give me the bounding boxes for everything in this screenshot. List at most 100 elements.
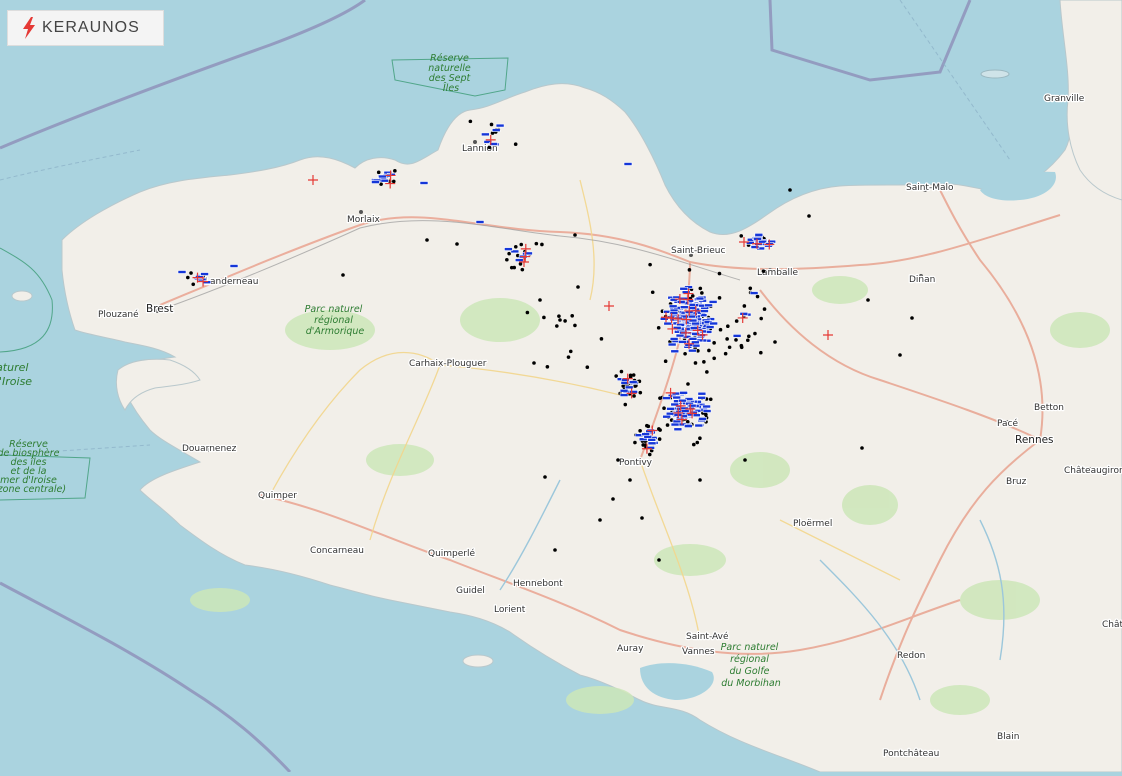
strike-intracloud-marker: [341, 273, 345, 277]
strike-intracloud-marker: [540, 242, 544, 247]
strike-intracloud-marker: [542, 315, 546, 320]
strike-intracloud-marker: [611, 497, 615, 501]
town-label: Ploërmel: [793, 519, 832, 529]
strike-negative-marker: [670, 422, 680, 427]
strike-intracloud-marker: [566, 355, 571, 359]
strike-intracloud-marker: [712, 341, 716, 345]
town-label: Hennebont: [513, 579, 563, 589]
strike-intracloud-marker: [632, 394, 636, 398]
strike-intracloud-marker: [755, 294, 760, 299]
strike-intracloud-marker: [623, 402, 628, 407]
strike-negative-marker: [378, 174, 387, 179]
strike-intracloud-marker: [753, 331, 757, 336]
strike-negative-marker: [697, 391, 707, 396]
strike-intracloud-marker: [685, 420, 690, 424]
town-label: Morlaix: [347, 215, 380, 225]
strike-negative-marker: [623, 162, 633, 166]
strike-negative-marker: [624, 385, 634, 390]
town-label: Brest: [146, 303, 173, 315]
town-label: Lorient: [494, 605, 526, 615]
strike-negative-marker: [481, 132, 490, 137]
strike-intracloud-marker: [657, 558, 661, 562]
strike-negative-marker: [732, 334, 742, 338]
strike-intracloud-marker: [705, 370, 709, 374]
brand-name: KERAUNOS: [42, 19, 140, 36]
strike-intracloud-marker: [648, 262, 652, 267]
strike-intracloud-marker: [723, 351, 728, 356]
strike-negative-marker: [419, 181, 429, 185]
strike-negative-marker: [679, 390, 688, 395]
strike-intracloud-marker: [455, 242, 459, 246]
town-label: Concarneau: [310, 546, 364, 556]
strike-intracloud-marker: [700, 291, 704, 295]
strike-negative-marker: [749, 291, 759, 295]
town-label: Landerneau: [205, 277, 259, 287]
strike-negative-marker: [229, 264, 239, 268]
strike-negative-marker: [679, 305, 689, 309]
town-label: Douarnenez: [182, 444, 237, 454]
strike-negative-marker: [670, 349, 680, 354]
strike-intracloud-marker: [393, 169, 397, 173]
strike-intracloud-marker: [186, 275, 190, 280]
strike-intracloud-marker: [379, 182, 383, 186]
strike-intracloud-marker: [641, 443, 646, 447]
town-label: Chât: [1102, 620, 1122, 630]
strike-negative-marker: [739, 312, 749, 316]
strike-intracloud-marker: [734, 338, 738, 342]
town-label: Pontchâteau: [883, 749, 939, 759]
strike-negative-marker: [678, 398, 687, 403]
strike-intracloud-marker: [717, 296, 722, 300]
strike-intracloud-marker: [425, 238, 429, 242]
lightning-bolt-icon: [23, 17, 35, 39]
strike-intracloud-marker: [505, 257, 509, 262]
strike-intracloud-marker: [658, 428, 662, 432]
strike-negative-marker: [663, 321, 673, 326]
strike-intracloud-marker: [573, 323, 577, 328]
strike-negative-marker: [700, 309, 709, 313]
strike-negative-marker: [702, 409, 712, 413]
town-label: Auray: [617, 644, 644, 654]
strike-intracloud-marker: [747, 334, 751, 339]
strike-intracloud-marker: [557, 314, 561, 318]
town-label: Châteaugiron: [1064, 466, 1122, 476]
strike-negative-marker: [495, 123, 505, 128]
strike-intracloud-marker: [910, 316, 914, 320]
town-label: Saint-Avé: [686, 631, 729, 642]
strike-intracloud-marker: [487, 145, 492, 150]
strike-intracloud-marker: [693, 361, 698, 365]
strike-negative-marker: [697, 395, 706, 400]
strike-negative-marker: [177, 270, 187, 274]
strike-negative-marker: [647, 438, 657, 442]
strike-intracloud-marker: [391, 179, 396, 184]
town-label: Redon: [897, 651, 925, 661]
strike-intracloud-marker: [519, 242, 524, 247]
town-label: Pacé: [997, 418, 1018, 429]
strike-intracloud-marker: [698, 478, 702, 482]
strike-intracloud-marker: [698, 436, 702, 441]
strike-intracloud-marker: [734, 319, 739, 323]
strike-intracloud-marker: [718, 327, 723, 332]
lightning-map[interactable]: Brest Plouzané Landerneau Morlaix Lannio…: [0, 0, 1122, 774]
strike-negative-marker: [679, 286, 689, 291]
strike-intracloud-marker: [683, 351, 687, 356]
strike-negative-marker: [641, 432, 650, 436]
strike-intracloud-marker: [619, 369, 624, 374]
town-label: Dinan: [909, 275, 935, 285]
strike-intracloud-marker: [726, 324, 730, 329]
strike-intracloud-marker: [616, 458, 620, 462]
town-label: Saint-Brieuc: [671, 246, 726, 256]
strike-intracloud-marker: [665, 423, 670, 427]
strike-negative-marker: [504, 247, 513, 251]
strike-negative-marker: [666, 407, 675, 411]
strike-intracloud-marker: [598, 518, 602, 522]
island-groix: [462, 654, 494, 668]
strike-negative-marker: [698, 417, 707, 421]
town-label: Plouzané: [98, 309, 139, 320]
strike-negative-marker: [678, 340, 687, 344]
strike-negative-marker: [688, 337, 698, 341]
strike-negative-marker: [676, 300, 686, 304]
park-label-iroise: aturel l'Iroise: [0, 361, 32, 388]
strike-intracloud-marker: [570, 314, 575, 318]
strike-intracloud-marker: [563, 319, 567, 323]
strike-intracloud-marker: [898, 353, 902, 357]
